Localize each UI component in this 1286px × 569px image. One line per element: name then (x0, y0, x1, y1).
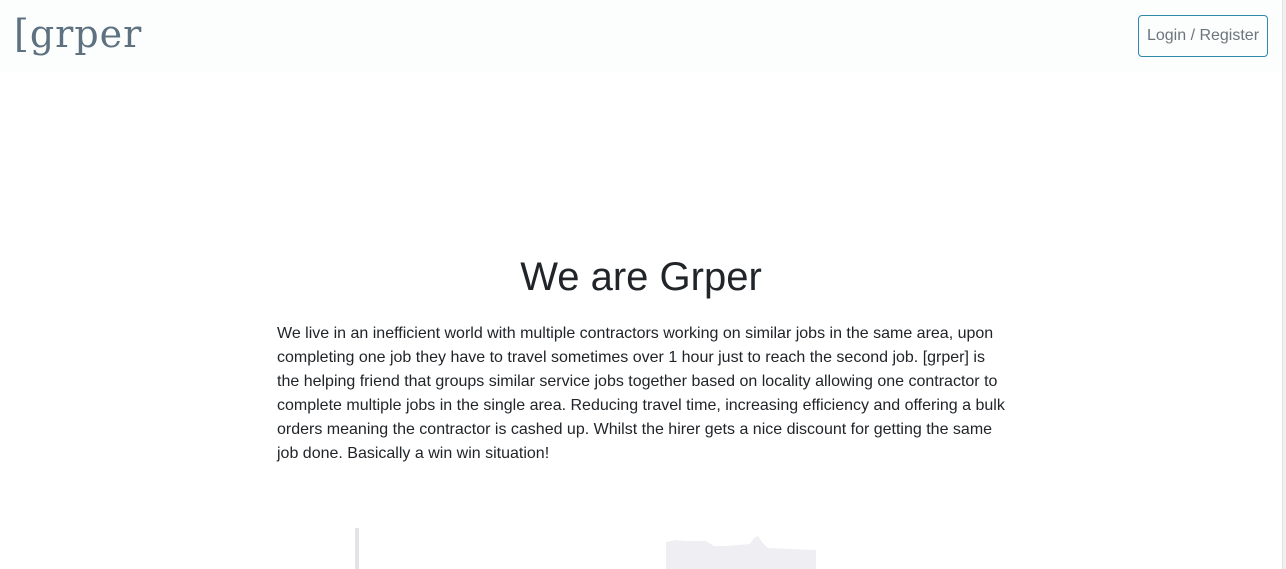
illustration-pole (355, 528, 359, 569)
brand-logo[interactable]: [grper (14, 10, 142, 58)
illustration-building (666, 536, 816, 569)
login-register-button[interactable]: Login / Register (1138, 15, 1268, 57)
page-title: We are Grper (520, 255, 762, 299)
intro-paragraph: We live in an inefficient world with mul… (277, 325, 1005, 462)
city-illustration (355, 528, 816, 569)
scrollbar-track[interactable] (1282, 0, 1286, 569)
top-navbar: [grper Login / Register (0, 0, 1282, 72)
